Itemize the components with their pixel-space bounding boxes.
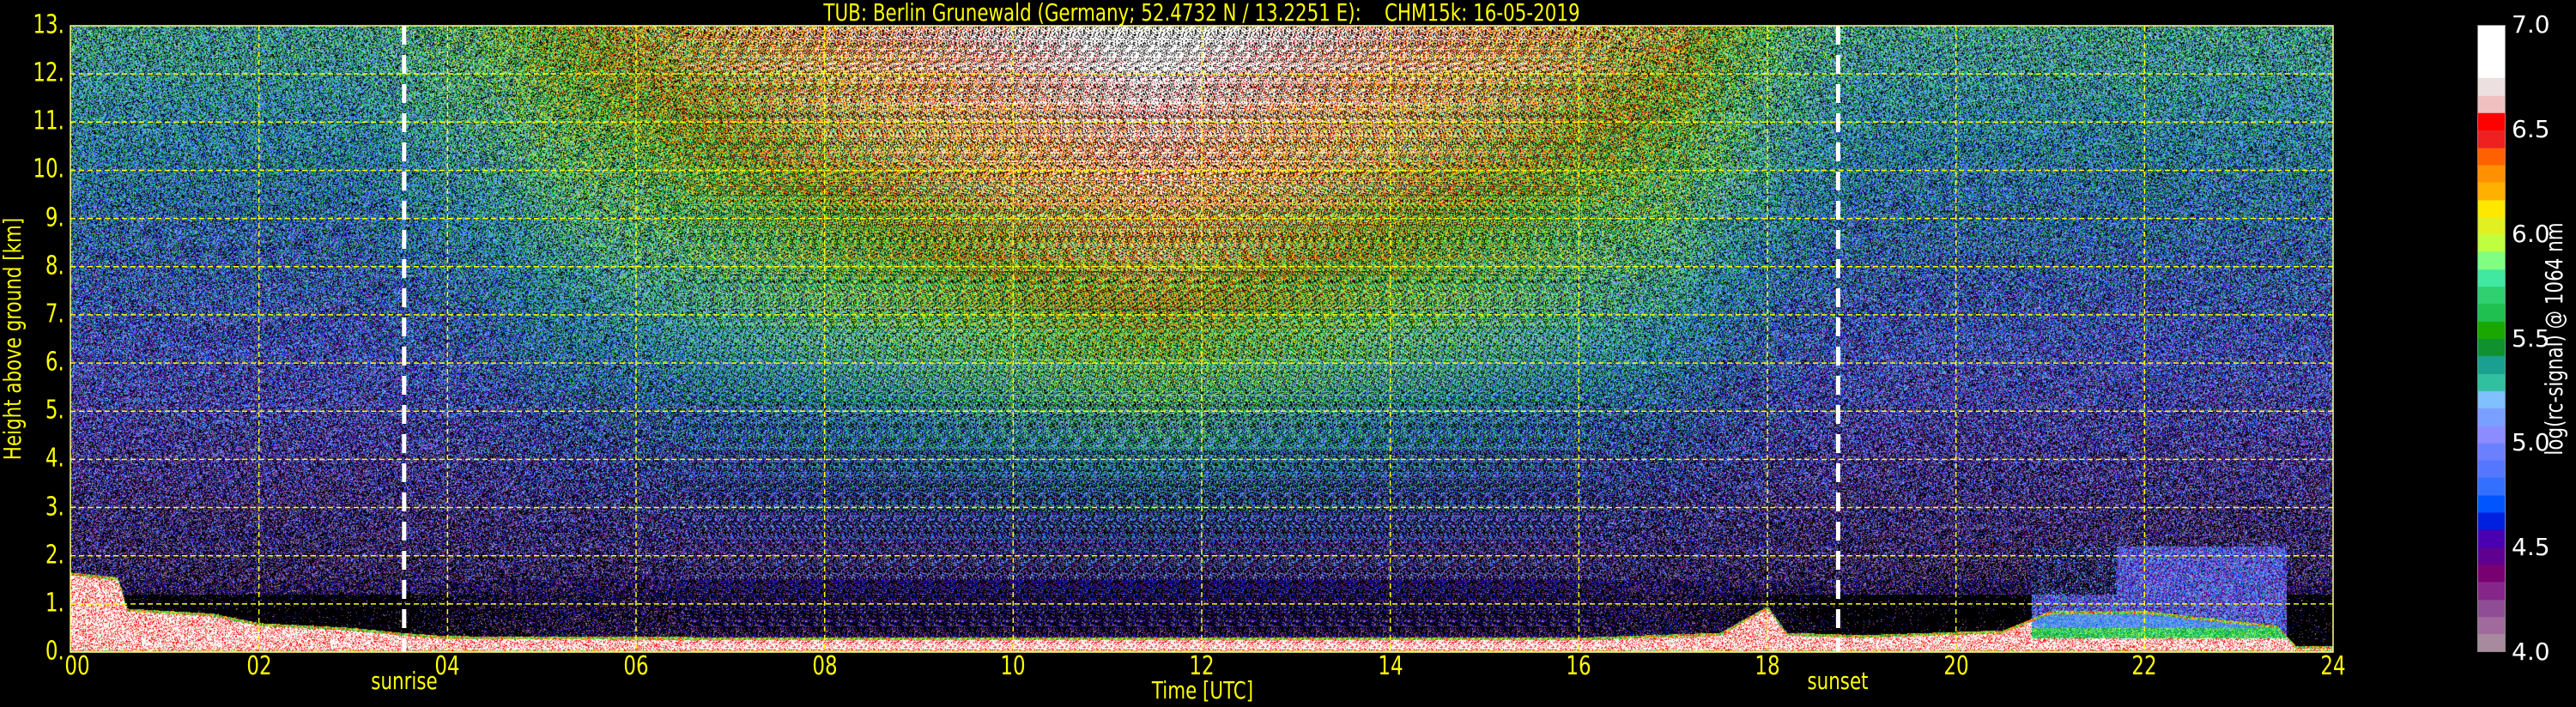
x-tick-label: 22 [2131, 651, 2157, 681]
colorbar-tick-label: 7.0 [2512, 10, 2550, 39]
x-axis-label: Time [UTC] [1151, 676, 1254, 704]
x-tick-label: 04 [434, 651, 460, 681]
grid-overlay [70, 25, 2334, 653]
x-tick-label: 10 [1000, 651, 1026, 681]
y-tick-label: 7. [45, 299, 64, 329]
y-tick-label: 3. [45, 491, 64, 522]
colorbar-tick-label: 6.5 [2512, 114, 2550, 143]
y-tick-label: 5. [45, 395, 64, 426]
y-tick-label: 6. [45, 347, 64, 378]
plot-area [70, 25, 2334, 653]
x-tick-label: 02 [246, 651, 272, 681]
x-tick-label: 06 [623, 651, 649, 681]
x-tick-label: 20 [1943, 651, 1969, 681]
y-tick-label: 8. [45, 251, 64, 281]
x-tick-label: 14 [1378, 651, 1403, 681]
sunrise-label: sunrise [371, 667, 438, 695]
y-tick-label: 4. [45, 443, 64, 474]
x-tick-label: 24 [2320, 651, 2346, 681]
colorbar [2477, 25, 2506, 652]
colorbar-tick-label: 4.5 [2512, 533, 2550, 562]
y-tick-label: 2. [45, 540, 64, 571]
colorbar-label: log(rc-signal) @ 1064 nm [2540, 222, 2568, 456]
y-tick-label: 12. [33, 57, 64, 88]
y-tick-label: 1. [45, 588, 64, 619]
x-tick-label: 08 [812, 651, 838, 681]
sunset-label: sunset [1807, 667, 1869, 695]
y-tick-label: 10. [33, 154, 64, 184]
y-tick-label: 9. [45, 202, 64, 233]
y-tick-label: 11. [33, 106, 64, 136]
x-tick-label: 16 [1566, 651, 1591, 681]
y-axis-label: Height above ground [km] [0, 217, 27, 461]
x-tick-label: 18 [1755, 651, 1780, 681]
y-tick-label: 0. [45, 636, 64, 667]
colorbar-tick-label: 4.0 [2512, 638, 2550, 666]
y-tick-label: 13. [33, 9, 64, 40]
chart-title: TUB: Berlin Grunewald (Germany; 52.4732 … [823, 0, 1580, 27]
x-tick-label: 00 [64, 651, 90, 681]
